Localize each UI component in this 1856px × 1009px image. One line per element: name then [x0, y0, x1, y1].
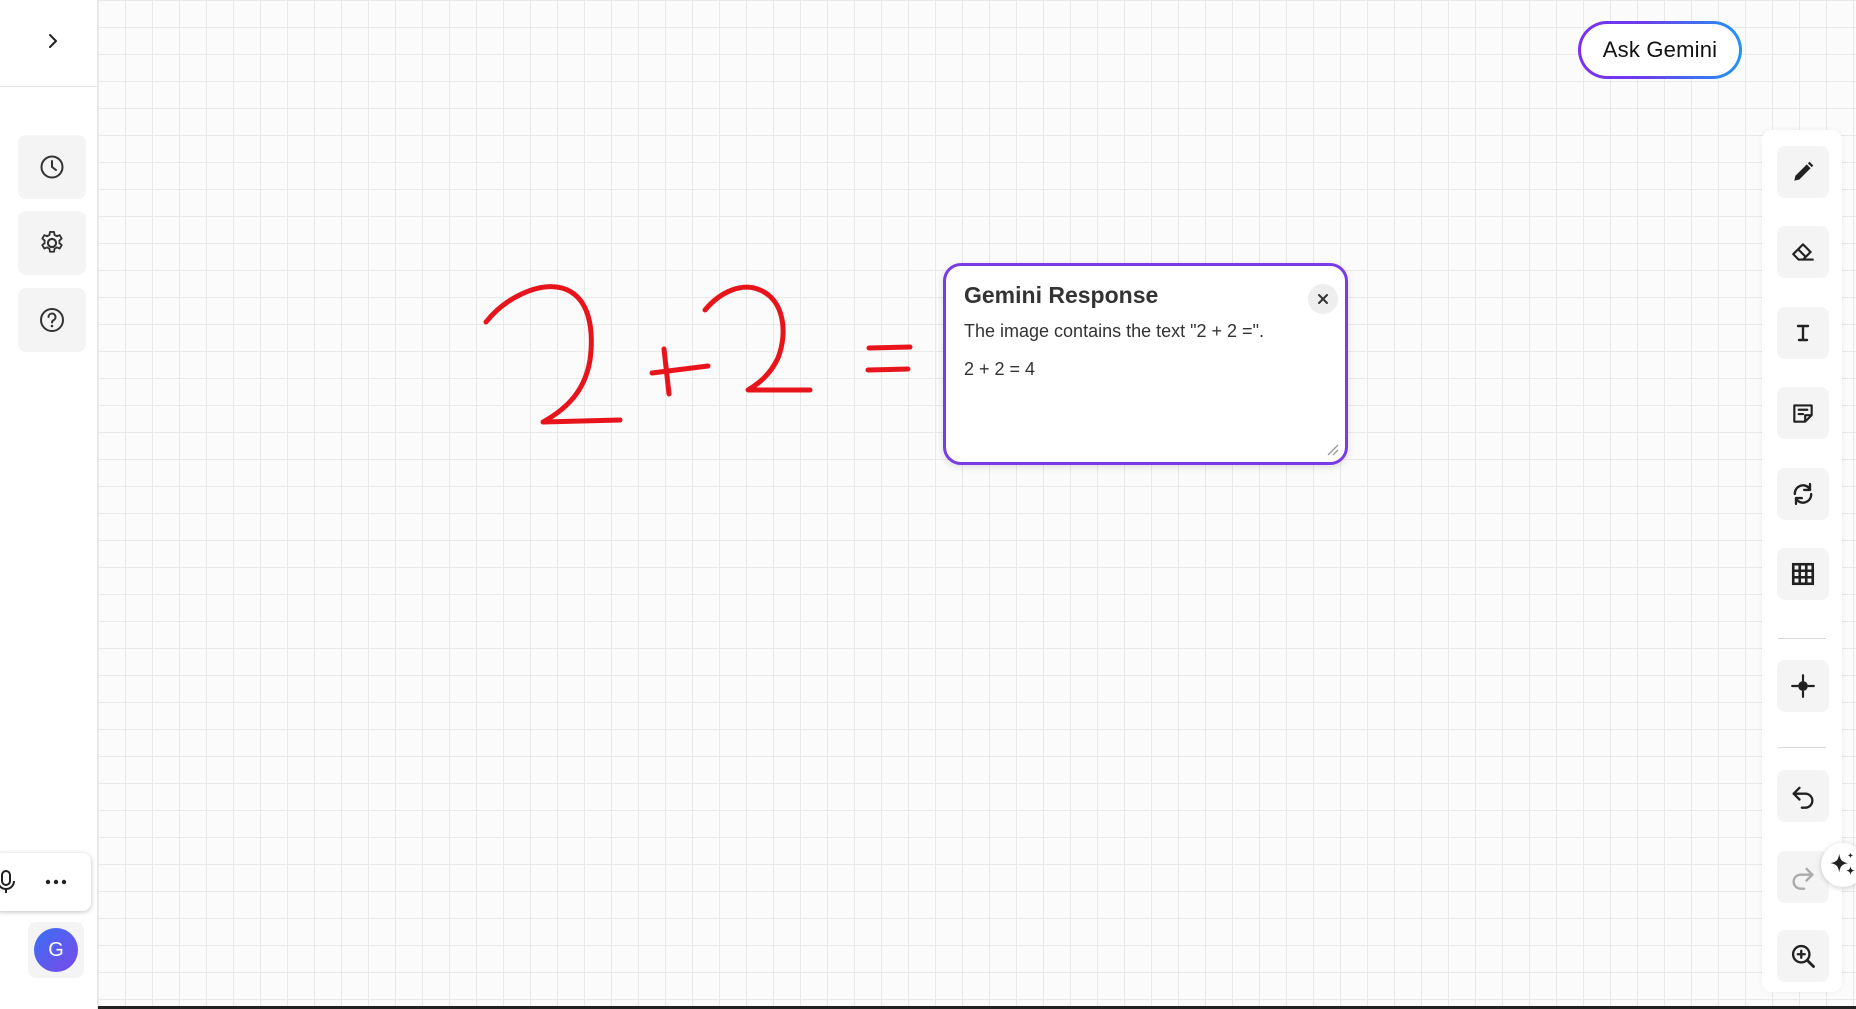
undo-icon	[1792, 786, 1814, 809]
text-icon	[1796, 324, 1810, 342]
toolbar-divider	[1778, 638, 1826, 639]
user-avatar-button[interactable]: G	[28, 922, 84, 978]
ask-gemini-label: Ask Gemini	[1581, 24, 1739, 76]
app-root: G Ask Gemini Gemini Response The image c…	[0, 0, 1856, 1009]
pen-tool-button[interactable]	[1777, 146, 1829, 198]
toolbar-divider	[1778, 747, 1826, 748]
handwritten-equation	[483, 284, 913, 425]
resize-handle[interactable]	[1323, 440, 1339, 456]
response-text: The image contains the text "2 + 2 =".	[964, 321, 1264, 341]
close-icon	[1318, 294, 1328, 304]
grid-tool-button[interactable]	[1777, 548, 1829, 600]
help-icon	[40, 308, 64, 332]
response-answer: 2 + 2 = 4	[964, 359, 1036, 379]
microphone-button[interactable]	[0, 868, 18, 896]
ask-gemini-button[interactable]: Ask Gemini	[1578, 21, 1742, 79]
sparkle-icon	[1830, 852, 1855, 875]
history-button[interactable]	[18, 135, 86, 199]
avatar: G	[34, 928, 78, 972]
undo-button[interactable]	[1777, 770, 1829, 822]
microphone-icon	[0, 870, 15, 893]
sticky-note-icon	[1793, 404, 1813, 423]
ink-stroke-plus-vertical	[661, 346, 672, 397]
pencil-icon	[1794, 161, 1814, 181]
gear-icon	[41, 230, 63, 253]
recenter-button[interactable]	[1777, 660, 1829, 712]
eraser-icon	[1792, 243, 1814, 261]
crosshair-icon	[1791, 674, 1815, 698]
help-button[interactable]	[18, 288, 86, 352]
zoom-in-button[interactable]	[1777, 930, 1829, 982]
redo-icon	[1792, 867, 1814, 890]
sticky-note-tool-button[interactable]	[1777, 387, 1829, 439]
gemini-response-card: Gemini Response The image contains the t…	[943, 263, 1348, 465]
eraser-tool-button[interactable]	[1777, 226, 1829, 278]
voice-input-bar	[0, 853, 91, 911]
settings-button[interactable]	[18, 211, 86, 275]
drawing-canvas[interactable]	[98, 0, 1856, 1009]
chevron-right-icon	[49, 34, 57, 48]
resize-grip-icon	[1327, 444, 1339, 456]
ink-stroke-plus-horizontal	[649, 363, 711, 376]
history-icon	[40, 155, 64, 179]
response-title: Gemini Response	[964, 282, 1159, 308]
ink-stroke-digit-2-first	[483, 284, 623, 425]
refresh-icon	[1793, 482, 1813, 506]
refresh-tool-button[interactable]	[1777, 468, 1829, 520]
grid-icon	[1791, 562, 1815, 586]
ink-stroke-equals-bottom	[865, 366, 911, 373]
sidebar-header	[0, 0, 98, 87]
expand-sidebar-button[interactable]	[34, 22, 72, 60]
more-options-button[interactable]	[36, 867, 76, 897]
text-tool-button[interactable]	[1777, 307, 1829, 359]
more-horizontal-icon	[45, 879, 67, 885]
ink-stroke-digit-2-second	[702, 284, 813, 393]
close-response-button[interactable]	[1308, 284, 1338, 314]
ink-stroke-equals-top	[866, 344, 913, 351]
zoom-in-icon	[1791, 944, 1815, 968]
